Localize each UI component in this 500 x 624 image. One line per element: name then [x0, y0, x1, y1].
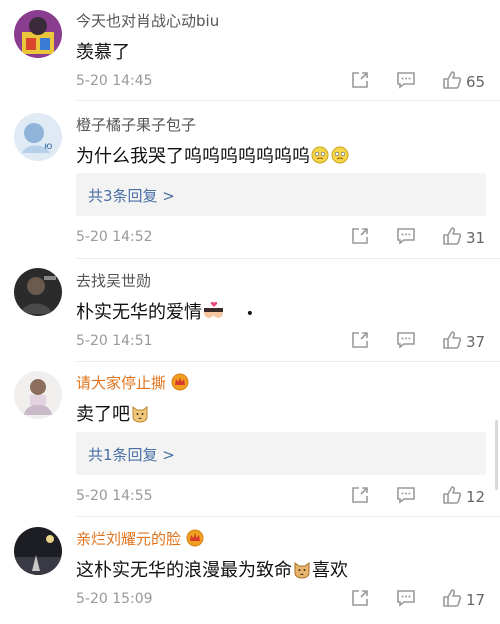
timestamp: 5-20 14:55 [76, 488, 153, 504]
timestamp: 5-20 15:09 [76, 591, 153, 607]
comment-feed: 今天也对肖战心动biu 羡慕了 5-20 14:45 65 ю 橙子橘子果子包子… [0, 0, 500, 624]
emoji-icon [330, 145, 350, 170]
comment-icon[interactable] [396, 226, 416, 246]
share-icon[interactable] [350, 70, 370, 90]
timestamp: 5-20 14:51 [76, 333, 153, 349]
comment-text: 羡慕了 [76, 42, 130, 63]
replies-link[interactable]: 共3条回复 > [88, 185, 175, 206]
divider [76, 516, 500, 517]
replies-link[interactable]: 共1条回复 > [88, 444, 175, 465]
like-icon[interactable] [442, 70, 462, 90]
emoji-icon [202, 301, 226, 326]
comment-icon[interactable] [396, 588, 416, 608]
scrollbar[interactable] [495, 420, 498, 490]
comment-meta: 5-20 14:55 12 [76, 485, 486, 509]
user-avatar[interactable] [14, 527, 62, 575]
like-icon[interactable] [442, 588, 462, 608]
like-icon[interactable] [442, 330, 462, 350]
username[interactable]: 橙子橘子果子包子 [76, 114, 196, 135]
emoji-icon [310, 145, 330, 170]
share-icon[interactable] [350, 330, 370, 350]
timestamp: 5-20 14:52 [76, 229, 153, 245]
comment-meta: 5-20 15:09 17 [76, 588, 486, 612]
username[interactable]: 亲烂刘耀元的脸 [76, 528, 205, 551]
like-count: 65 [466, 73, 486, 91]
divider [76, 361, 500, 362]
comment-icon[interactable] [396, 485, 416, 505]
comment-text: 朴实无华的爱情 • [76, 298, 254, 326]
user-avatar[interactable] [14, 371, 62, 419]
comment-text: 卖了吧 [76, 400, 150, 428]
username[interactable]: 去找吴世勋 [76, 270, 151, 291]
like-count: 17 [466, 591, 486, 609]
divider [76, 258, 500, 259]
comment-icon[interactable] [396, 330, 416, 350]
like-count: 37 [466, 333, 486, 351]
user-avatar[interactable]: ю [14, 113, 62, 161]
comment-meta: 5-20 14:51 37 [76, 330, 486, 354]
username[interactable]: 今天也对肖战心动biu [76, 10, 219, 31]
share-icon[interactable] [350, 226, 370, 246]
share-icon[interactable] [350, 588, 370, 608]
user-avatar[interactable] [14, 268, 62, 316]
user-avatar[interactable] [14, 10, 62, 58]
emoji-icon [292, 559, 312, 584]
share-icon[interactable] [350, 485, 370, 505]
like-icon[interactable] [442, 485, 462, 505]
comment-text: 这朴实无华的浪漫最为致命 喜欢 [76, 556, 348, 584]
replies-box[interactable]: 共1条回复 > [76, 432, 486, 475]
comment-meta: 5-20 14:52 31 [76, 226, 486, 250]
replies-box[interactable]: 共3条回复 > [76, 173, 486, 216]
crown-badge-icon [170, 373, 190, 395]
comment-meta: 5-20 14:45 65 [76, 70, 486, 94]
comment-icon[interactable] [396, 70, 416, 90]
comment-text: 为什么我哭了呜呜呜呜呜呜呜 [76, 142, 350, 170]
like-icon[interactable] [442, 226, 462, 246]
emoji-icon [130, 403, 150, 428]
svg-text:ю: ю [44, 141, 52, 152]
divider [76, 100, 500, 101]
like-count: 12 [466, 488, 486, 506]
crown-badge-icon [185, 529, 205, 551]
like-count: 31 [466, 229, 486, 247]
timestamp: 5-20 14:45 [76, 73, 153, 89]
username[interactable]: 请大家停止撕 [76, 372, 190, 395]
